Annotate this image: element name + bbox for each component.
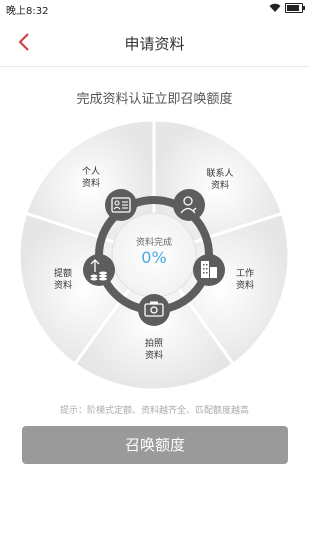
wifi-icon — [269, 3, 281, 12]
battery-icon — [285, 3, 305, 13]
label-photo: 拍照 资料 — [144, 339, 163, 361]
status-bar: 晚上8:32 — [0, 0, 309, 20]
nav-bar: 申请资料 — [0, 20, 309, 67]
label-personal: 个人 资料 — [81, 167, 100, 189]
page-subtitle: 完成资料认证立即召唤额度 — [76, 92, 233, 107]
status-time: 晚上8:32 — [6, 6, 49, 17]
node-photo[interactable] — [138, 294, 170, 326]
node-raise[interactable] — [83, 254, 115, 286]
node-personal[interactable] — [105, 189, 137, 221]
completion-percent: 0% — [141, 248, 167, 267]
label-work: 工作 资料 — [235, 269, 254, 291]
status-icons — [269, 3, 305, 13]
node-contacts[interactable] — [173, 189, 205, 221]
summon-limit-button[interactable]: 召唤额度 — [22, 426, 288, 464]
center-title: 资料完成 — [135, 238, 172, 248]
label-contacts: 联系人 资料 — [206, 169, 234, 191]
progress-wheel: 资料完成 0% 个人 资料 联系人 资料 工作 资料 拍照 资料 提额 资料 — [0, 110, 309, 410]
page-title: 申请资料 — [124, 35, 185, 53]
label-raise: 提额 资料 — [53, 269, 72, 291]
node-work[interactable] — [193, 254, 225, 286]
tip-text: 提示：阶梯式定额、资料越齐全、匹配额度越高 — [59, 406, 249, 416]
